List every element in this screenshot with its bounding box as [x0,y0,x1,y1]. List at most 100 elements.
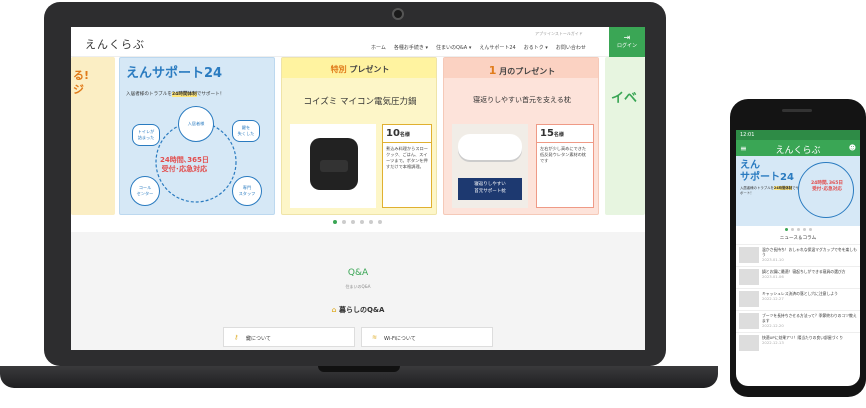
phone-status-bar: 12:01 [736,130,860,140]
site-logo[interactable]: えんくらぶ [85,36,145,52]
nav-deals[interactable]: おるトク ▾ [524,44,548,51]
phone-support-ring: 24時間､365日 受付･応急対応 [798,162,854,218]
laptop-notch [318,366,400,372]
webcam [392,8,404,20]
site-header: えんくらぶ アプリインストールガイド ホーム 各種お手続き ▾ 住まいのQ&A … [71,27,645,57]
news-item[interactable]: ブーツを長持ちさせる方法って？季節終わりのコツ教えます 2022.12.20 [736,310,860,332]
laptop-screen: えんくらぶ アプリインストールガイド ホーム 各種お手続き ▾ 住まいのQ&A … [71,27,645,350]
key-bubble: 鍵を 失くした [232,120,260,142]
phone-support-banner[interactable]: えん サポート24 入居者様のトラブルを24時間体制でサポート！ 24時間､36… [736,156,860,226]
house-icon: ⌂ [331,306,339,314]
slider-dot[interactable] [784,228,788,231]
slider-dot[interactable] [333,220,337,224]
login-button[interactable]: ⇥ ログイン [609,27,645,57]
news-date: 2022.12.13 [762,340,784,345]
laptop-base [0,366,718,388]
special-count: 10名様 [383,125,431,143]
phone-screen: 12:01 ≡ えんくらぶ ☻ えん サポート24 入居者様のトラブルを24時間… [736,130,860,386]
key-icon: ⚷ [234,334,239,341]
hero-slider[interactable]: る! ジ えんサポート24 入居者様のトラブルを24時間体制でサポート！ 入居者… [71,57,645,215]
phone-time: 12:01 [740,132,755,138]
login-icon: ⇥ [623,33,631,42]
mockup-stage: えんくらぶ アプリインストールガイド ホーム 各種お手続き ▾ 住まいのQ&A … [0,0,866,408]
wifi-icon: ≋ [372,334,378,341]
toilet-bubble: トイレが 詰まった [132,124,160,146]
phone-logo[interactable]: えんくらぶ [775,146,820,156]
menu-icon[interactable]: ≡ [740,144,747,153]
nav-support24[interactable]: えんサポート24 [479,44,515,51]
news-date: 2023.01.10 [762,257,784,262]
monthly-info-box: 15名様 左右が少し高めにできた低反発ウレタン素材の枕です [536,124,594,208]
special-desc: 煮込み料理からスロークック、ごはん、スイーツまで。ボタンを押すだけで本格調理。 [386,146,428,169]
special-header: 特別 プレゼント [282,58,436,78]
news-date: 2023.01.06 [762,274,784,279]
nav-qa[interactable]: 住まいのQ&A ▾ [436,44,471,51]
phone-banner-subtitle: 入居者様のトラブルを24時間体制でサポート！ [740,186,799,195]
slider-dot[interactable] [360,220,364,224]
slide-partial-left[interactable]: る! ジ [71,57,115,215]
pillow-icon [458,134,522,160]
slider-pagination [333,220,382,224]
monthly-desc: 左右が少し高めにできた低反発ウレタン素材の枕です [540,146,587,163]
pressure-cooker-image [290,124,376,208]
slider-dot[interactable] [802,228,806,231]
main-nav: ホーム 各種お手続き ▾ 住まいのQ&A ▾ えんサポート24 おるトク ▾ お… [371,44,586,51]
news-item[interactable]: 快適UPに効果アリ！陽当たりの良い部屋づくり 2022.12.13 [736,332,860,354]
news-item[interactable]: 鍋とお鍋に最適！寝起ちしができる寝具の選び方 2023.01.06 [736,266,860,288]
special-info-box: 10名様 煮込み料理からスロークック、ごはん、スイーツまで。ボタンを押すだけで本… [382,124,432,208]
slider-dot[interactable] [378,220,382,224]
pillow-image: 寝返りしやすい 首元サポート枕 [452,124,528,208]
monthly-header: 1 月のプレゼント [444,58,598,78]
news-thumbnail [739,335,759,351]
slider-dot[interactable] [351,220,355,224]
qa-subtitle: 住まいのQ&A [345,284,371,289]
phone-banner-title: えん サポート24 [740,160,794,183]
news-item[interactable]: キャッシュレス決済の落とし穴に注意しよう 2022.12.27 [736,288,860,310]
slider-dot[interactable] [369,220,373,224]
support-title: えんサポート24 [126,66,223,81]
slider-dot[interactable] [342,220,346,224]
nav-procedures[interactable]: 各種お手続き ▾ [394,44,428,51]
phone-speaker [782,109,812,112]
slider-dot[interactable] [790,228,794,231]
slider-dot[interactable] [796,228,800,231]
special-item-name: コイズミ マイコン電気圧力鍋 [303,97,417,107]
phone-device: 12:01 ≡ えんくらぶ ☻ えん サポート24 入居者様のトラブルを24時間… [730,99,866,397]
slide-special-present[interactable]: 特別 プレゼント コイズミ マイコン電気圧力鍋 10名様 煮込み料理からスローク… [281,57,437,215]
phone-header: ≡ えんくらぶ ☻ [736,140,860,156]
resident-hub: 入居者様 [178,106,214,142]
app-guide-link[interactable]: アプリインストールガイド [535,31,583,37]
user-icon[interactable]: ☻ [849,144,856,152]
slide-partial-right[interactable]: イベ [605,57,645,215]
slide-support24[interactable]: えんサポート24 入居者様のトラブルを24時間体制でサポート！ 入居者様 トイレ… [119,57,275,215]
slide-monthly-present[interactable]: 1 月のプレゼント 寝返りしやすい首元を支える枕 寝返りしやすい 首元サポート枕… [443,57,599,215]
news-date: 2022.12.27 [762,296,784,301]
news-thumbnail [739,313,759,329]
news-thumbnail [739,269,759,285]
news-item[interactable]: 温かさ長持ち！おしゃれな保温マグカップで冬を楽しもう 2023.01.10 [736,244,860,266]
support-subtitle: 入居者様のトラブルを24時間体制でサポート！ [126,92,225,97]
support-center-text: 24時間､365日 受付･応急対応 [160,156,209,173]
cooker-icon [310,138,358,190]
monthly-item-name: 寝返りしやすい首元を支える枕 [473,96,571,104]
slide-right-text: イベ [611,91,638,106]
qa-key-button[interactable]: ⚷ 鍵について [223,327,355,347]
news-date: 2022.12.20 [762,323,784,328]
phone-news-list: 温かさ長持ち！おしゃれな保温マグカップで冬を楽しもう 2023.01.10 鍋とお… [736,244,860,354]
pillow-label: 寝返りしやすい 首元サポート枕 [458,178,522,200]
news-thumbnail [739,291,759,307]
qa-wifi-button[interactable]: ≋ Wi-Fiについて [361,327,493,347]
news-title: 温かさ長持ち！おしゃれな保温マグカップで冬を楽しもう [762,247,857,257]
qa-heading: ⌂ 暮らしのQ&A [331,306,385,314]
callcenter-hub: コール センター [130,176,160,206]
staff-hub: 専門 スタッフ [232,176,262,206]
nav-contact[interactable]: お問い合わせ [556,44,586,51]
monthly-count: 15名様 [537,125,593,143]
phone-ring-text: 24時間､365日 受付･応急対応 [810,181,844,192]
slide-left-text: る! ジ [73,69,90,96]
slider-dot[interactable] [808,228,812,231]
phone-news-heading: ニュース＆コラム [779,236,817,241]
qa-section: Q&A 住まいのQ&A ⌂ 暮らしのQ&A ⚷ 鍵について ≋ Wi-Fiについて [71,232,645,350]
nav-home[interactable]: ホーム [371,44,386,51]
qa-title: Q&A [347,268,369,278]
